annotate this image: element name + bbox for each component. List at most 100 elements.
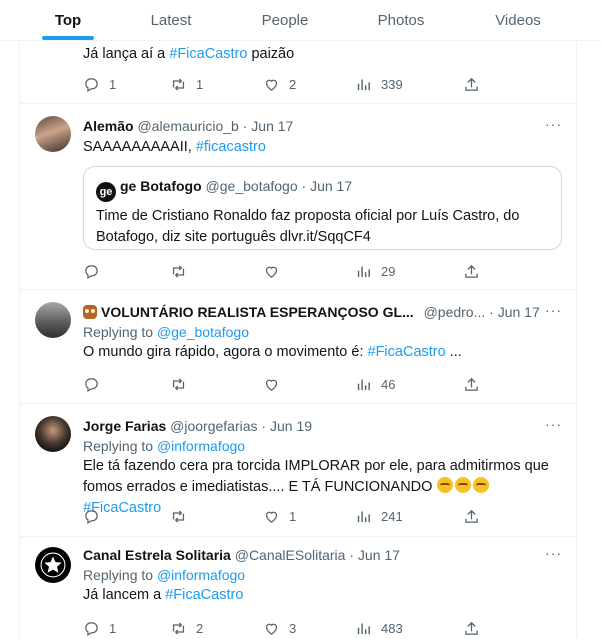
- tweet[interactable]: Já lança aí a #FicaCastro paizão 1 1 2 3…: [20, 41, 576, 104]
- share-button[interactable]: [463, 261, 489, 281]
- heart-icon: [265, 511, 278, 523]
- reply-button[interactable]: [83, 261, 109, 281]
- tweet-header: VOLUNTÁRIO REALISTA ESPERANÇOSO GL... @p…: [83, 302, 562, 322]
- heart-icon: [265, 623, 278, 635]
- author-handle[interactable]: @joorgefarias: [170, 418, 257, 434]
- reply-button[interactable]: 1: [83, 618, 116, 638]
- mention-link[interactable]: @informafogo: [157, 567, 245, 583]
- mention-link[interactable]: @ge_botafogo: [157, 324, 249, 340]
- quote-header: ge ge Botafogo @ge_botafogo · Jun 17: [96, 176, 549, 202]
- replying-to: Replying to @ge_botafogo: [83, 324, 250, 340]
- reply-count: 1: [109, 76, 117, 92]
- like-button[interactable]: 1: [263, 506, 296, 526]
- tweet[interactable]: VOLUNTÁRIO REALISTA ESPERANÇOSO GL... @p…: [20, 290, 576, 404]
- tweet-time[interactable]: Jun 17: [251, 118, 293, 134]
- tweet-header: Jorge Farias @joorgefarias · Jun 19: [83, 418, 313, 434]
- analytics-icon: [357, 511, 370, 522]
- heart-icon: [265, 79, 278, 91]
- heart-icon: [265, 266, 278, 278]
- retweet-button[interactable]: 1: [170, 74, 203, 94]
- share-button[interactable]: [463, 74, 489, 94]
- retweet-button[interactable]: 2: [170, 618, 203, 638]
- like-count: 2: [289, 76, 297, 92]
- tweet-header: Alemão @alemauricio_b · Jun 17: [83, 118, 294, 134]
- avatar[interactable]: [35, 416, 71, 452]
- quote-author-handle: @ge_botafogo: [205, 178, 298, 194]
- views-button[interactable]: 241: [355, 506, 403, 526]
- author-handle[interactable]: @CanalESolitaria: [235, 547, 346, 563]
- star-logo-icon: [40, 552, 66, 578]
- more-options-button[interactable]: ···: [545, 302, 562, 318]
- like-button[interactable]: 2: [263, 74, 296, 94]
- retweet-icon: [172, 77, 185, 91]
- hashtag-link[interactable]: #FicaCastro: [169, 46, 247, 62]
- tab-people[interactable]: People: [252, 0, 318, 41]
- owl-icon: [83, 305, 97, 319]
- search-tabs: Top Latest People Photos Videos: [0, 0, 601, 41]
- tab-latest[interactable]: Latest: [140, 0, 202, 41]
- share-icon: [465, 264, 478, 278]
- tweet-text: Já lança aí a #FicaCastro paizão: [83, 46, 295, 62]
- reply-button[interactable]: [83, 506, 109, 526]
- mention-link[interactable]: @informafogo: [157, 438, 245, 454]
- tweet-text: O mundo gira rápido, agora o movimento é…: [83, 344, 462, 360]
- tab-photos[interactable]: Photos: [368, 0, 434, 41]
- share-icon: [465, 621, 478, 635]
- avatar[interactable]: [35, 116, 71, 152]
- author-name[interactable]: Jorge Farias: [83, 418, 166, 434]
- hashtag-link[interactable]: #FicaCastro: [368, 344, 446, 360]
- retweet-icon: [172, 621, 185, 635]
- tweet[interactable]: Canal Estrela Solitaria @CanalESolitaria…: [20, 537, 576, 639]
- reply-button[interactable]: 1: [83, 74, 116, 94]
- views-button[interactable]: 46: [355, 374, 395, 394]
- like-button[interactable]: [263, 261, 289, 281]
- more-options-button[interactable]: ···: [545, 116, 562, 132]
- author-handle[interactable]: @alemauricio_b: [137, 118, 238, 134]
- quote-text: Time de Cristiano Ronaldo faz proposta o…: [96, 208, 520, 245]
- quoted-tweet[interactable]: ge ge Botafogo @ge_botafogo · Jun 17 Time…: [83, 166, 562, 250]
- relieved-face-icon: [473, 477, 490, 493]
- share-icon: [465, 377, 478, 391]
- reply-icon: [85, 77, 98, 92]
- ge-logo-icon: ge: [96, 182, 116, 202]
- avatar[interactable]: [35, 302, 71, 338]
- reply-button[interactable]: [83, 374, 109, 394]
- author-handle[interactable]: @pedro...: [424, 304, 486, 320]
- share-button[interactable]: [463, 374, 489, 394]
- share-button[interactable]: [463, 506, 489, 526]
- avatar[interactable]: [35, 547, 71, 583]
- hashtag-link[interactable]: #FicaCastro: [165, 587, 243, 603]
- tweet-text: SAAAAAAAAAII, #ficacastro: [83, 139, 266, 155]
- share-icon: [465, 77, 478, 91]
- tweet-time[interactable]: Jun 17: [358, 547, 400, 563]
- views-button[interactable]: 483: [355, 618, 403, 638]
- author-name[interactable]: VOLUNTÁRIO REALISTA ESPERANÇOSO GL...: [101, 304, 414, 320]
- reply-count: 1: [109, 620, 117, 636]
- reply-icon: [85, 509, 98, 524]
- retweet-button[interactable]: [170, 261, 196, 281]
- views-button[interactable]: 339: [355, 74, 403, 94]
- retweet-button[interactable]: [170, 506, 196, 526]
- more-options-button[interactable]: ···: [545, 545, 562, 561]
- tweet[interactable]: Jorge Farias @joorgefarias · Jun 19 ··· …: [20, 404, 576, 537]
- hashtag-link[interactable]: #ficacastro: [196, 139, 266, 155]
- analytics-icon: [357, 623, 370, 634]
- quote-author-name: ge Botafogo: [120, 178, 202, 194]
- tab-videos[interactable]: Videos: [485, 0, 551, 41]
- retweet-count: 1: [196, 76, 204, 92]
- share-button[interactable]: [463, 618, 489, 638]
- like-button[interactable]: [263, 374, 289, 394]
- more-options-button[interactable]: ···: [545, 416, 562, 432]
- retweet-button[interactable]: [170, 374, 196, 394]
- view-count: 339: [381, 76, 403, 92]
- author-name[interactable]: Alemão: [83, 118, 134, 134]
- views-button[interactable]: 29: [355, 261, 395, 281]
- author-name[interactable]: Canal Estrela Solitaria: [83, 547, 231, 563]
- tweet-time[interactable]: Jun 17: [498, 304, 540, 320]
- tweet-time[interactable]: Jun 19: [270, 418, 312, 434]
- tweet[interactable]: Alemão @alemauricio_b · Jun 17 ··· SAAAA…: [20, 104, 576, 290]
- tab-top[interactable]: Top: [42, 0, 94, 41]
- replying-to: Replying to @informafogo: [83, 567, 246, 583]
- like-button[interactable]: 3: [263, 618, 296, 638]
- retweet-icon: [172, 509, 185, 523]
